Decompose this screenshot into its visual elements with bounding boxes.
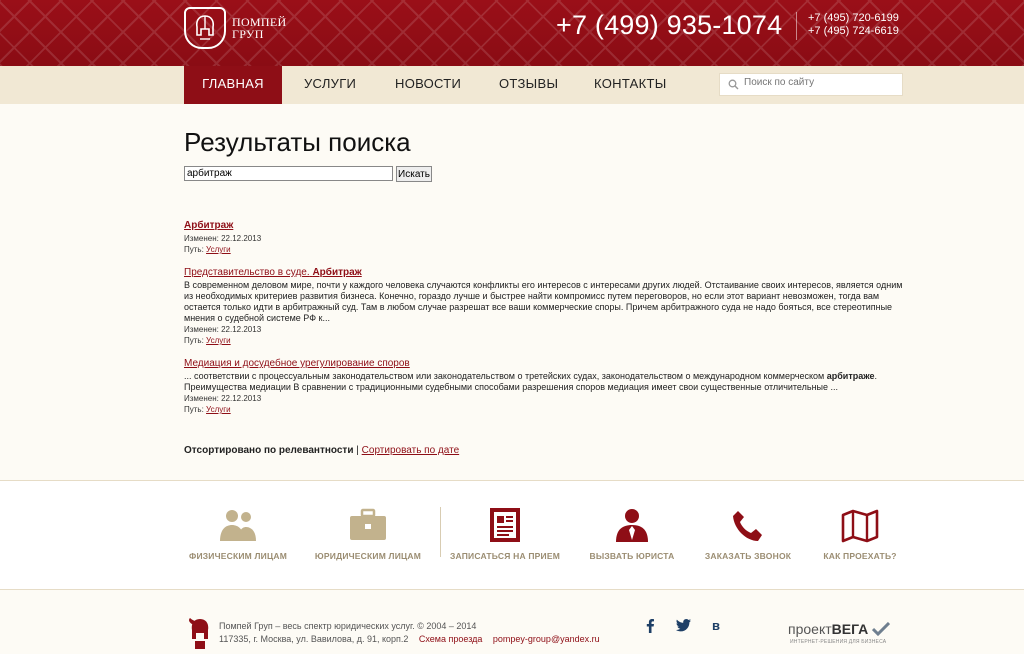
- search-icon: [728, 79, 739, 90]
- logo-text: ПОМПЕЙ ГРУП: [232, 16, 286, 40]
- page-title: Результаты поиска: [184, 127, 411, 157]
- helmet-logo-icon: [184, 7, 226, 49]
- briefcase-icon: [350, 508, 386, 540]
- result-snippet-part: ... соответствии с процессуальным законо…: [184, 371, 825, 381]
- site-logo[interactable]: ПОМПЕЙ ГРУП: [184, 7, 286, 49]
- search-query-input[interactable]: [184, 166, 393, 181]
- vk-icon[interactable]: в: [712, 618, 720, 633]
- people-icon: [220, 510, 256, 541]
- search-result: Арбитраж Изменен: 22.12.2013 Путь: Услуг…: [184, 215, 904, 255]
- search-result: Медиация и досудебное урегулирование спо…: [184, 353, 904, 415]
- result-title-link[interactable]: Представительство в суде. Арбитраж: [184, 267, 362, 278]
- checkmark-icon: [872, 621, 891, 637]
- result-snippet: ... соответствии с процессуальным законо…: [184, 371, 904, 393]
- nav-item-contacts[interactable]: КОНТАКТЫ: [594, 66, 667, 104]
- alt-phone-2[interactable]: +7 (495) 724-6619: [808, 25, 899, 37]
- result-path-label: Путь:: [184, 245, 204, 254]
- vega-logo[interactable]: проектВЕГА: [788, 621, 891, 637]
- result-path: Путь: Услуги: [184, 244, 904, 255]
- result-title-link[interactable]: Арбитраж: [184, 220, 233, 231]
- result-title-text: Арбитраж: [184, 220, 234, 231]
- site-search[interactable]: [719, 73, 903, 96]
- sort-by-date-link[interactable]: Сортировать по дате: [362, 445, 460, 456]
- feature-label: ЮРИДИЧЕСКИМ ЛИЦАМ: [314, 551, 422, 561]
- footer-copyright: Помпей Груп – весь спектр юридических ус…: [219, 621, 477, 631]
- nav-item-reviews[interactable]: ОТЗЫВЫ: [499, 66, 558, 104]
- phone-divider: [796, 12, 797, 40]
- alt-phone-1[interactable]: +7 (495) 720-6199: [808, 12, 899, 24]
- feature-label: КАК ПРОЕХАТЬ?: [823, 551, 897, 561]
- footer-email-link[interactable]: pompey-group@yandex.ru: [493, 634, 600, 644]
- result-title-bold: Арбитраж: [312, 267, 362, 278]
- result-modified: Изменен: 22.12.2013: [184, 234, 262, 243]
- sort-controls: Отсортировано по релевантности | Сортиро…: [184, 445, 459, 456]
- vega-text-a: проект: [788, 621, 832, 637]
- nav-item-services[interactable]: УСЛУГИ: [304, 66, 356, 104]
- nav-item-home[interactable]: ГЛАВНАЯ: [184, 66, 282, 104]
- footer-address-line: 117335, г. Москва, ул. Вавилова, д. 91, …: [219, 634, 600, 644]
- footer-address: 117335, г. Москва, ул. Вавилова, д. 91, …: [219, 634, 409, 644]
- document-icon: [490, 508, 520, 542]
- result-title-prefix: Представительство в суде.: [184, 267, 310, 278]
- features-band: ФИЗИЧЕСКИМ ЛИЦАМ ЮРИДИЧЕСКИМ ЛИЦАМ ЗАПИС…: [0, 480, 1024, 590]
- footer-map-link[interactable]: Схема проезда: [419, 634, 482, 644]
- vega-text-b: ВЕГА: [831, 621, 869, 637]
- result-path-label: Путь:: [184, 405, 204, 414]
- map-icon: [841, 509, 879, 543]
- search-submit-button[interactable]: Искать: [396, 166, 432, 182]
- result-modified: Изменен: 22.12.2013: [184, 394, 262, 403]
- result-path-link[interactable]: Услуги: [206, 336, 231, 345]
- feature-directions[interactable]: КАК ПРОЕХАТЬ?: [790, 507, 930, 561]
- facebook-icon[interactable]: [645, 619, 655, 633]
- site-search-input[interactable]: [744, 77, 900, 88]
- result-path-link[interactable]: Услуги: [206, 245, 231, 254]
- vega-tagline: ИНТЕРНЕТ-РЕШЕНИЯ ДЛЯ БИЗНЕСА: [790, 639, 887, 645]
- main-phone[interactable]: +7 (499) 935-1074: [556, 10, 782, 41]
- result-snippet: В современном деловом мире, почти у кажд…: [184, 280, 903, 323]
- feature-appointment[interactable]: ЗАПИСАТЬСЯ НА ПРИЕМ: [435, 507, 575, 561]
- logo-line2: ГРУП: [232, 27, 264, 41]
- nav-item-news[interactable]: НОВОСТИ: [395, 66, 461, 104]
- search-result: Представительство в суде. Арбитраж В сов…: [184, 262, 904, 346]
- result-title-link[interactable]: Медиация и досудебное урегулирование спо…: [184, 358, 410, 369]
- lawyer-icon: [616, 509, 648, 542]
- result-path: Путь: Услуги: [184, 404, 904, 415]
- site-header: ПОМПЕЙ ГРУП +7 (499) 935-1074 +7 (495) 7…: [0, 0, 1024, 66]
- feature-individuals[interactable]: ФИЗИЧЕСКИМ ЛИЦАМ: [168, 507, 308, 561]
- result-modified: Изменен: 22.12.2013: [184, 325, 262, 334]
- footer-logo-icon[interactable]: [187, 617, 213, 651]
- result-path: Путь: Услуги: [184, 335, 904, 346]
- twitter-icon[interactable]: [676, 619, 691, 632]
- result-path-label: Путь:: [184, 336, 204, 345]
- phone-icon: [733, 511, 762, 541]
- result-snippet-highlight: арбитраже: [826, 371, 875, 381]
- site-footer: Помпей Груп – весь спектр юридических ус…: [0, 591, 1024, 654]
- feature-label: ФИЗИЧЕСКИМ ЛИЦАМ: [188, 551, 288, 561]
- feature-label: ЗАПИСАТЬСЯ НА ПРИЕМ: [450, 551, 560, 561]
- feature-legal-entities[interactable]: ЮРИДИЧЕСКИМ ЛИЦАМ: [298, 507, 438, 561]
- result-path-link[interactable]: Услуги: [206, 405, 231, 414]
- sort-separator: |: [356, 445, 359, 456]
- sort-current: Отсортировано по релевантности: [184, 445, 354, 456]
